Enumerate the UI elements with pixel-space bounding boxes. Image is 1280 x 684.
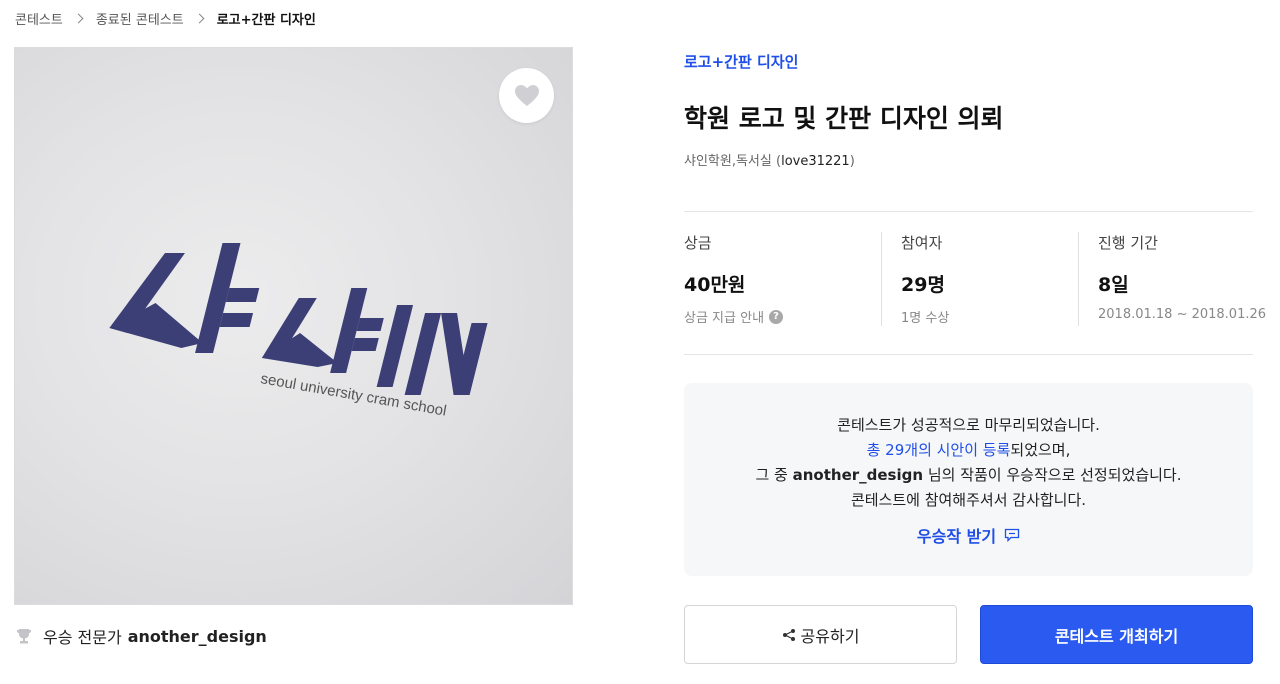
notice-line-1: 콘테스트가 성공적으로 마무리되었습니다.: [837, 416, 1100, 434]
divider: [684, 354, 1253, 355]
breadcrumb: 콘테스트 종료된 콘테스트 로고+간판 디자인: [15, 9, 316, 28]
notice-line-3-pre: 그 중: [755, 466, 793, 484]
contest-title: 학원 로고 및 간판 디자인 의뢰: [684, 104, 1004, 133]
trophy-icon: [17, 629, 31, 644]
stat-duration-dates: 2018.01.18 ~ 2018.01.26: [1098, 307, 1267, 322]
chevron-right-icon: [194, 13, 205, 24]
share-button-label: 공유하기: [800, 626, 860, 646]
submissions-link[interactable]: 총 29개의 시안이 등록: [867, 441, 1011, 459]
stat-duration-label: 진행 기간: [1098, 234, 1158, 252]
host-name: 샤인학원,독서실: [684, 154, 772, 169]
prize-payment-info[interactable]: 상금 지급 안내 ?: [684, 307, 881, 326]
prize-payment-info-label: 상금 지급 안내: [684, 311, 765, 326]
host-id[interactable]: love31221: [781, 154, 850, 169]
receive-winning-work-button[interactable]: 우승작 받기: [684, 523, 1253, 547]
contest-result-notice: 콘테스트가 성공적으로 마무리되었습니다. 총 29개의 시안이 등록되었으며,…: [684, 383, 1253, 576]
winner-info: 우승 전문가 another_design: [16, 624, 267, 648]
breadcrumb-ended-contests[interactable]: 종료된 콘테스트: [96, 9, 184, 28]
help-icon[interactable]: ?: [769, 309, 784, 324]
notice-winner-name: another_design: [792, 466, 924, 484]
shine-logo-image: seoul university cram school: [109, 243, 488, 420]
like-button[interactable]: [499, 68, 554, 123]
contest-host: 샤인학원,독서실 (love31221): [684, 154, 855, 169]
contest-stats: 상금 40만원 상금 지급 안내 ? 참여자 29명 1명 수상 진행 기간 8…: [684, 232, 1267, 326]
notice-line-4: 콘테스트에 참여해주셔서 감사합니다.: [850, 491, 1087, 509]
winning-artwork-image[interactable]: seoul university cram school: [14, 47, 573, 605]
stat-participants: 참여자 29명 1명 수상: [881, 232, 1078, 326]
winner-label: 우승 전문가: [43, 628, 122, 647]
stat-participants-label: 참여자: [901, 234, 943, 252]
host-contest-button[interactable]: 콘테스트 개최하기: [980, 605, 1253, 664]
winner-name[interactable]: another_design: [128, 627, 267, 646]
notice-line-3-post: 님의 작품이 우승작으로 선정되었습니다.: [923, 466, 1182, 484]
heart-icon: [514, 84, 539, 106]
comment-icon: [1004, 528, 1020, 542]
breadcrumb-contest[interactable]: 콘테스트: [15, 9, 63, 28]
share-icon: [782, 628, 795, 641]
share-button[interactable]: 공유하기: [684, 605, 957, 664]
chevron-right-icon: [73, 13, 84, 24]
receive-winning-work-label: 우승작 받기: [916, 527, 997, 546]
breadcrumb-current-category: 로고+간판 디자인: [216, 13, 316, 28]
notice-line-3: 그 중 another_design 님의 작품이 우승작으로 선정되었습니다.: [684, 464, 1253, 485]
stat-prize-value: 40만원: [684, 274, 746, 296]
notice-line-2-rest: 되었으며,: [1010, 441, 1071, 459]
stat-prize-label: 상금: [684, 234, 712, 252]
host-contest-button-label: 콘테스트 개최하기: [1054, 626, 1179, 646]
stat-duration: 진행 기간 8일 2018.01.18 ~ 2018.01.26: [1078, 232, 1267, 326]
contest-category[interactable]: 로고+간판 디자인: [684, 51, 798, 72]
stat-prize: 상금 40만원 상금 지급 안내 ?: [684, 232, 881, 326]
stat-participants-sub: 1명 수상: [901, 311, 950, 326]
stat-duration-value: 8일: [1098, 274, 1129, 296]
notice-line-2: 총 29개의 시안이 등록되었으며,: [684, 439, 1253, 460]
stat-participants-value: 29명: [901, 274, 945, 296]
divider: [684, 211, 1253, 212]
